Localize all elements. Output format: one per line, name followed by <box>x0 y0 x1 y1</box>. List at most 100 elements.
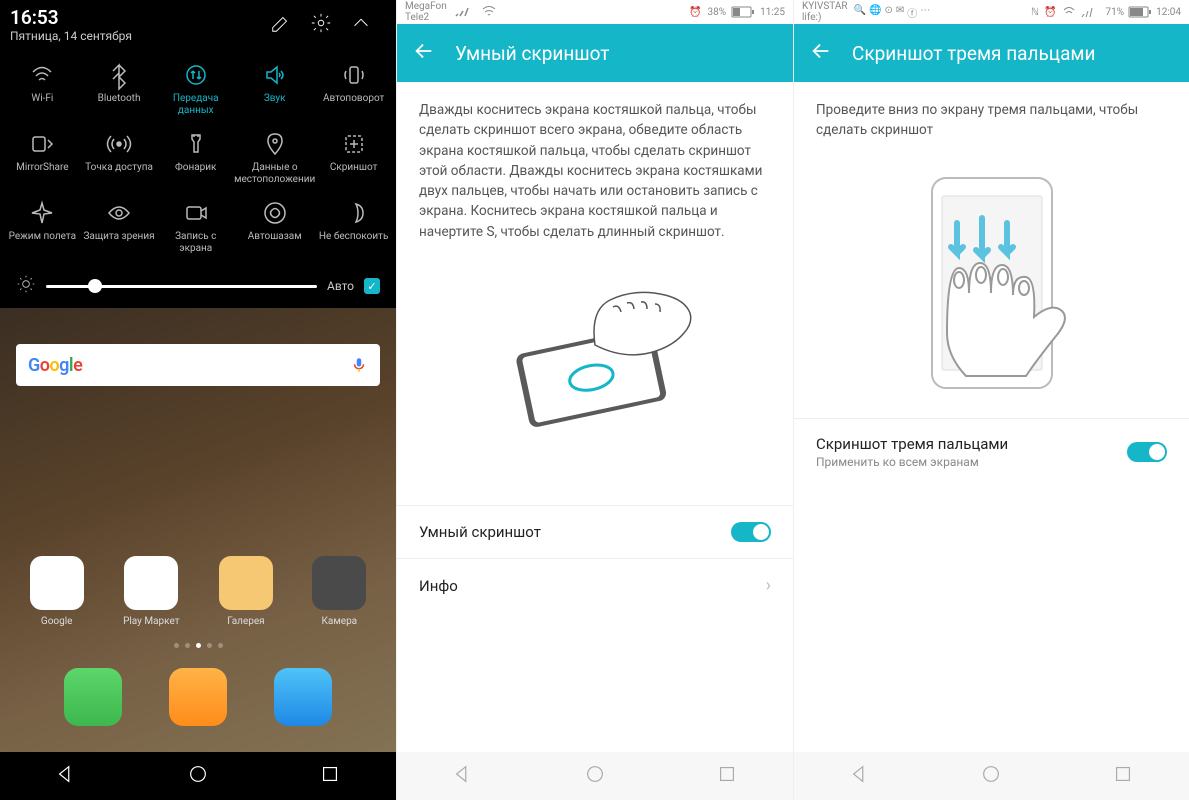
carrier-label-2: Tele2 <box>405 12 447 23</box>
three-finger-illustration <box>794 159 1189 419</box>
home-nav-icon[interactable] <box>584 763 606 789</box>
qs-tile-data[interactable]: Передача данных <box>157 57 234 126</box>
battery-pct: 71% <box>1106 7 1125 18</box>
brightness-slider[interactable] <box>46 285 317 288</box>
app-shortcut[interactable]: Галерея <box>219 556 273 627</box>
qs-label: Защита зрения <box>83 231 154 243</box>
qs-label: MirrorShare <box>16 162 68 174</box>
notification-icons: 🔍🌐⊙✉ⓕ⋯ <box>854 5 931 20</box>
back-nav-icon[interactable] <box>452 763 474 789</box>
chevron-right-icon: › <box>766 575 771 596</box>
toggle-switch[interactable] <box>731 522 771 542</box>
app-shortcut[interactable]: Google <box>30 556 84 627</box>
app-shortcut[interactable]: Play Маркет <box>123 556 180 627</box>
battery-icon <box>732 7 754 18</box>
date: Пятница, 14 сентября <box>10 29 132 43</box>
status-bar: KYIVSTAR life:) 🔍🌐⊙✉ⓕ⋯ ℕ ⏰ 71% 12:04 <box>794 0 1189 24</box>
gear-icon[interactable] <box>310 12 332 37</box>
page-title: Скриншот тремя пальцами <box>852 42 1095 65</box>
collapse-icon[interactable] <box>350 12 372 37</box>
app-label: Камера <box>321 616 357 627</box>
brightness-icon <box>16 274 36 298</box>
qs-label: Bluetooth <box>98 93 141 105</box>
home-nav-icon[interactable] <box>187 763 209 789</box>
qs-label: Не беспокоить <box>319 231 388 243</box>
google-logo: Google <box>28 355 82 376</box>
qs-label: Запись с экрана <box>157 231 234 254</box>
wifi-icon <box>481 5 497 17</box>
qs-tile-flashlight[interactable]: Фонарик <box>157 126 234 195</box>
setting-label: Инфо <box>419 577 458 595</box>
quick-settings-panel: 16:53 Пятница, 14 сентября Wi-Fi Bluetoot… <box>0 0 396 800</box>
contacts-app-icon[interactable] <box>169 668 227 726</box>
battery-pct: 38% <box>708 7 727 18</box>
qs-tile-sound[interactable]: Звук <box>234 57 315 126</box>
three-finger-screenshot-settings: KYIVSTAR life:) 🔍🌐⊙✉ⓕ⋯ ℕ ⏰ 71% 12:04 Скр… <box>793 0 1189 800</box>
messages-app-icon[interactable] <box>274 668 332 726</box>
edit-icon[interactable] <box>270 12 292 37</box>
qs-tile-eye[interactable]: Защита зрения <box>81 195 158 264</box>
qs-tile-record[interactable]: Запись с экрана <box>157 195 234 264</box>
home-nav-icon[interactable] <box>980 763 1002 789</box>
recent-nav-icon[interactable] <box>716 763 738 789</box>
smart-screenshot-toggle-row[interactable]: Умный скриншот <box>397 505 793 558</box>
recent-nav-icon[interactable] <box>319 763 341 789</box>
wifi-icon <box>1062 6 1076 18</box>
navigation-bar <box>794 752 1189 800</box>
auto-brightness-checkbox[interactable]: ✓ <box>364 278 380 294</box>
toggle-switch[interactable] <box>1127 442 1167 462</box>
back-icon[interactable] <box>810 40 832 67</box>
page-title: Умный скриншот <box>455 42 609 65</box>
nfc-icon: ℕ <box>1031 7 1039 18</box>
qs-tile-airplane[interactable]: Режим полета <box>4 195 81 264</box>
carrier-label: MegaFon <box>405 1 447 12</box>
phone-app-icon[interactable] <box>64 668 122 726</box>
qs-label: Wi-Fi <box>31 93 53 105</box>
back-icon[interactable] <box>413 40 435 67</box>
qs-tile-rotate[interactable]: Автоповорот <box>315 57 392 126</box>
dock <box>0 668 396 726</box>
back-nav-icon[interactable] <box>849 763 871 789</box>
status-bar: 16:53 Пятница, 14 сентября <box>0 0 396 49</box>
qs-tile-wifi[interactable]: Wi-Fi <box>4 57 81 126</box>
clock: 16:53 <box>10 6 132 29</box>
app-bar: Умный скриншот <box>397 24 793 82</box>
qs-tile-shazam[interactable]: Автошазам <box>234 195 315 264</box>
back-nav-icon[interactable] <box>55 763 77 789</box>
app-bar: Скриншот тремя пальцами <box>794 24 1189 82</box>
qs-tile-dnd[interactable]: Не беспокоить <box>315 195 392 264</box>
home-screen: Google Google Play Маркет Галерея Камера <box>0 308 396 752</box>
signal-icon <box>1081 6 1101 18</box>
qs-label: Передача данных <box>157 93 234 116</box>
recent-nav-icon[interactable] <box>1112 763 1134 789</box>
navigation-bar <box>0 752 396 800</box>
page-indicator <box>0 643 396 648</box>
setting-label: Скриншот тремя пальцами <box>816 435 1008 453</box>
knuckle-illustration <box>397 260 793 440</box>
qs-tile-screenshot[interactable]: Скриншот <box>315 126 392 195</box>
info-row[interactable]: Инфо › <box>397 558 793 612</box>
qs-tile-hotspot[interactable]: Точка доступа <box>81 126 158 195</box>
qs-label: Автоповорот <box>323 93 384 105</box>
qs-label: Автошазам <box>248 231 302 243</box>
carrier-label-2: life:) <box>802 12 848 23</box>
qs-label: Точка доступа <box>85 162 153 174</box>
carrier-label: KYIVSTAR <box>802 1 848 12</box>
app-label: Google <box>41 616 73 627</box>
app-shortcut[interactable]: Камера <box>312 556 366 627</box>
setting-sublabel: Применить ко всем экранам <box>816 455 1008 469</box>
qs-tile-mirror[interactable]: MirrorShare <box>4 126 81 195</box>
navigation-bar <box>397 752 793 800</box>
description-text: Дважды коснитесь экрана костяшкой пальца… <box>397 82 793 260</box>
three-finger-toggle-row[interactable]: Скриншот тремя пальцами Применить ко все… <box>794 419 1189 485</box>
setting-label: Умный скриншот <box>419 523 541 541</box>
alarm-icon: ⏰ <box>1044 7 1056 18</box>
google-search-bar[interactable]: Google <box>16 344 380 386</box>
qs-label: Данные о местоположении <box>234 162 315 185</box>
app-label: Play Маркет <box>123 616 180 627</box>
alarm-icon: ⏰ <box>689 7 701 18</box>
smart-screenshot-settings: MegaFon Tele2 ⏰ 38% 11:25 Умный скриншот… <box>396 0 793 800</box>
mic-icon[interactable] <box>350 356 368 374</box>
qs-tile-location[interactable]: Данные о местоположении <box>234 126 315 195</box>
qs-tile-bluetooth[interactable]: Bluetooth <box>81 57 158 126</box>
